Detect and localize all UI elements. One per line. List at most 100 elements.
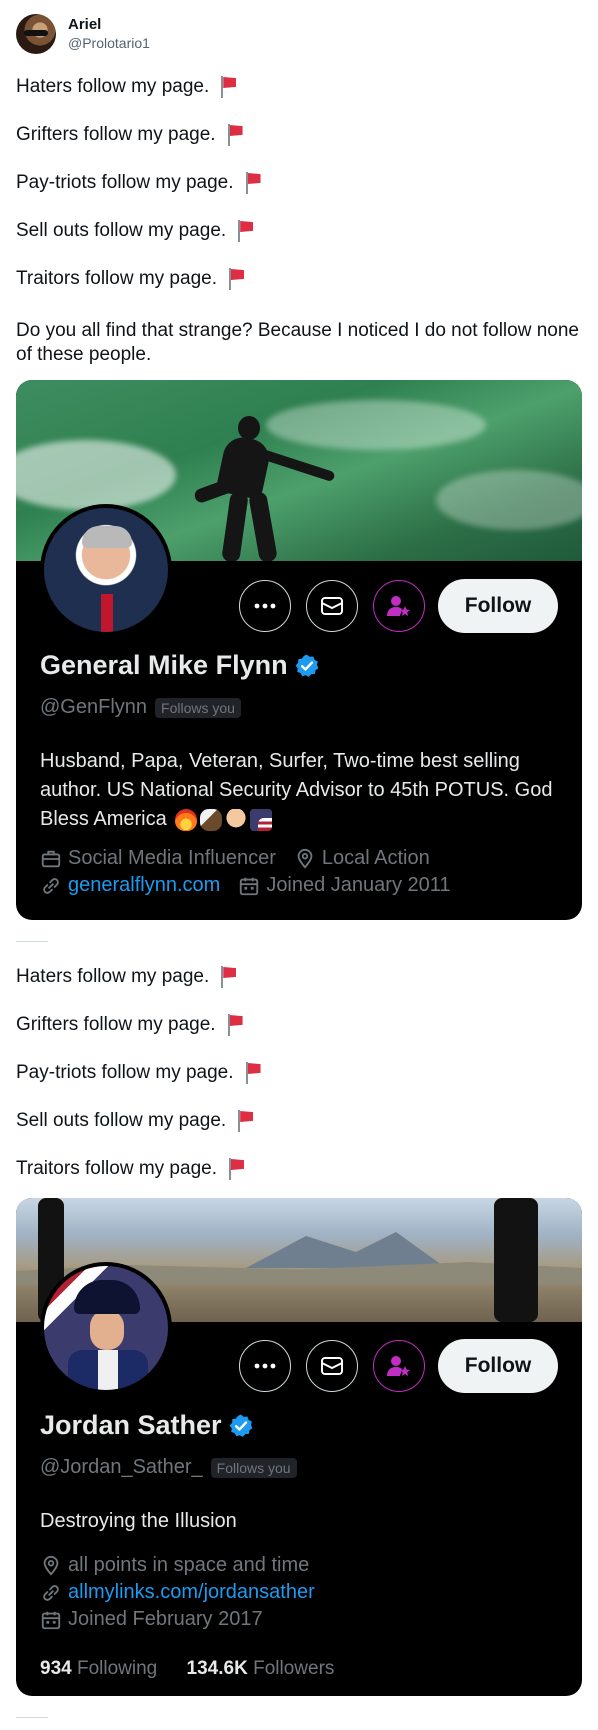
tweet-line-8: Pay-triots follow my page. [16,1062,262,1084]
subscribe-button[interactable] [373,580,425,632]
tweet-line-text: Haters follow my page. [16,966,210,987]
red-flag-icon [236,220,254,242]
author-display-name[interactable]: Ariel [68,16,150,34]
followers-count: 134.6K [186,1658,248,1679]
red-flag-icon [227,1158,245,1180]
profile-category: Social Media Influencer [40,847,276,870]
author-handle[interactable]: @Prolotario1 [68,34,150,52]
follows-you-badge: Follows you [210,1457,297,1478]
profile-handle: @Jordan_Sather_ Follows you [40,1456,297,1479]
following-link[interactable]: 934 Following [40,1658,157,1679]
message-button[interactable] [306,1340,358,1392]
profile-website[interactable]: generalflynn.com [40,874,220,897]
tweet-line-text: Sell outs follow my page. [16,220,227,241]
profile-bio: Destroying the Illusion [40,1510,237,1532]
tweet-line-6: Haters follow my page. [16,966,237,988]
more-icon [254,1363,276,1369]
follows-you-badge: Follows you [155,697,241,718]
tweet-line-text: Grifters follow my page. [16,1014,216,1035]
tweet-line-9: Sell outs follow my page. [16,1110,254,1132]
profile-bio: Husband, Papa, Veteran, Surfer, Two-time… [40,747,560,834]
tweet-line-text: Haters follow my page. [16,76,210,97]
location-pin-icon [297,848,313,869]
profile-bio-text: Husband, Papa, Veteran, Surfer, Two-time… [40,750,553,830]
follow-button[interactable]: Follow [438,1339,558,1393]
author-avatar[interactable] [16,14,56,54]
author-names: Ariel @Prolotario1 [68,16,150,52]
following-label: Following [76,1658,158,1679]
profile-handle: @GenFlynn Follows you [40,696,241,719]
tweet-line-text: Grifters follow my page. [16,124,216,145]
red-flag-icon [219,966,237,988]
calendar-icon [240,877,259,895]
profile-avatar[interactable] [40,1262,172,1394]
profile-joined: Joined January 2011 [238,874,451,897]
eagle-emoji-icon [200,808,223,831]
tweet-line-3: Pay-triots follow my page. [16,172,262,194]
person-star-icon [387,1356,410,1376]
more-icon [254,603,276,609]
tweet-line-1: Haters follow my page. [16,76,237,98]
tweet-line-10: Traitors follow my page. [16,1158,245,1180]
fire-emoji-icon [175,808,198,831]
tweet-divider [16,941,48,942]
profile-joined-text: Joined February 2017 [68,1608,263,1630]
profile-location: Local Action [294,847,430,870]
message-button[interactable] [306,580,358,632]
envelope-icon [321,1357,343,1375]
us-flag-emoji-icon [250,808,273,831]
profile-location-text: all points in space and time [68,1554,310,1576]
more-options-button[interactable] [239,580,291,632]
tweet-line-text: Pay-triots follow my page. [16,172,234,193]
profile-name[interactable]: General Mike Flynn [40,650,320,681]
red-flag-icon [236,1110,254,1132]
tweet-line-text: Traitors follow my page. [16,1158,217,1179]
profile-card-flynn[interactable]: Follow General Mike Flynn @GenFlynn Foll… [16,380,582,920]
profile-category-text: Social Media Influencer [68,847,276,869]
subscribe-button[interactable] [373,1340,425,1392]
profile-joined-text: Joined January 2011 [266,874,451,896]
red-flag-icon [226,1014,244,1036]
location-pin-icon [43,1555,59,1576]
tweet-line-text: Pay-triots follow my page. [16,1062,234,1083]
profile-handle-text: @GenFlynn [40,696,148,718]
profile-meta-row-2: generalflynn.com Joined January 2011 [40,874,469,897]
profile-location-text: Local Action [321,847,430,869]
tweet-line-2: Grifters follow my page. [16,124,244,146]
profile-meta-row-1: Social Media Influencer Local Action [40,847,448,870]
verified-badge-icon [228,1413,254,1439]
tweet-line-text: Sell outs follow my page. [16,1110,227,1131]
profile-website-link[interactable]: allmylinks.com/jordansather [68,1581,315,1604]
verified-badge-icon [294,653,320,679]
red-flag-icon [226,124,244,146]
tweet-divider [16,1717,48,1718]
tweet-line-4: Sell outs follow my page. [16,220,254,242]
following-count: 934 [40,1658,72,1679]
link-icon [43,1584,59,1601]
tweet-header: Ariel @Prolotario1 [16,12,150,56]
calendar-icon [41,1611,61,1629]
profile-card-sather[interactable]: Follow Jordan Sather @Jordan_Sather_ Fol… [16,1198,582,1696]
tweet-question: Do you all find that strange? Because I … [16,320,579,365]
profile-website[interactable]: allmylinks.com/jordansather [40,1581,315,1604]
tweet-line-text: Traitors follow my page. [16,268,217,289]
briefcase-icon [41,850,61,867]
profile-website-link[interactable]: generalflynn.com [68,874,220,897]
tweet-line-5: Traitors follow my page. [16,268,245,290]
red-flag-icon [219,76,237,98]
follow-button[interactable]: Follow [438,579,558,633]
profile-joined: Joined February 2017 [40,1608,263,1631]
followers-label: Followers [253,1658,335,1679]
profile-handle-text: @Jordan_Sather_ [40,1456,203,1478]
profile-avatar[interactable] [40,504,172,636]
red-flag-icon [244,172,262,194]
profile-name[interactable]: Jordan Sather [40,1410,254,1441]
person-star-icon [387,596,410,616]
profile-counts: 934 Following 134.6K Followers [40,1658,334,1680]
red-flag-icon [227,268,245,290]
tweet-line-7: Grifters follow my page. [16,1014,244,1036]
followers-link[interactable]: 134.6K Followers [187,1658,335,1679]
profile-name-text: Jordan Sather [40,1410,222,1440]
more-options-button[interactable] [239,1340,291,1392]
envelope-icon [321,597,343,615]
